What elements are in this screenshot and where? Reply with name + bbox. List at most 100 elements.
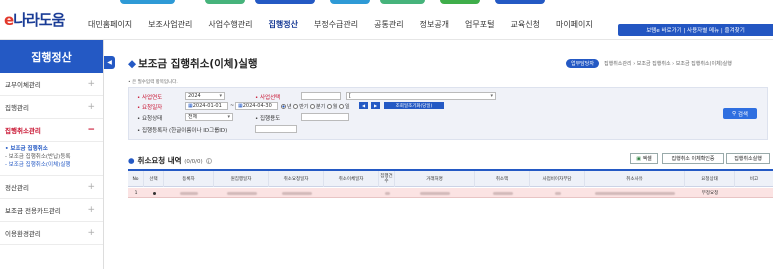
nav-item[interactable]: 마이페이지: [548, 19, 601, 30]
required-note: • 은 필수입력 항목입니다.: [128, 80, 178, 85]
sidebar-item-grant-transfer[interactable]: 교부이체관리 +: [0, 73, 103, 96]
sidebar-item-label: 보조금 전용카드관리: [5, 207, 61, 215]
plus-icon: +: [87, 102, 95, 112]
column-header[interactable]: 취소사유: [585, 171, 685, 187]
submenu-link-current[interactable]: - 보조금 집행취소(이체)실행: [5, 161, 99, 169]
info-icon[interactable]: i: [205, 158, 212, 164]
column-header[interactable]: 취소이체일자: [324, 171, 379, 187]
date-to-value: 2024-04-30: [242, 103, 272, 109]
nav-item[interactable]: 부정수급관리: [306, 19, 366, 30]
redacted-cell: [475, 188, 530, 198]
sidebar-item-label: 이용환경관리: [5, 230, 41, 238]
main-content: ◆ 보조금 집행취소(이체)실행 업무담당자 집행취소관리 › 보조금 집행취소 …: [118, 48, 773, 269]
period-radio-group: 년 반기 분기 월 일: [281, 103, 350, 110]
submenu-link[interactable]: - 보조금 집행취소(반납)등록: [5, 153, 99, 161]
status-select[interactable]: 전체: [185, 113, 233, 121]
guide-button[interactable]: 업무담당자: [566, 59, 599, 68]
business-select[interactable]: [: [346, 92, 496, 100]
date-tilde: ~: [230, 103, 235, 109]
nav-item[interactable]: 공통관리: [366, 19, 411, 30]
column-header[interactable]: 등록자: [164, 171, 214, 187]
reset-date-button[interactable]: 조회일조기화(당일): [384, 102, 444, 109]
utility-links[interactable]: 보탬e 바로가기 | 사용자별 메뉴 | 즐겨찾기: [618, 24, 773, 36]
submenu-heading[interactable]: • 보조금 집행취소: [5, 145, 99, 153]
column-header[interactable]: 비고: [735, 171, 773, 187]
list-title: ● 취소요청 내역 (0/0/0) i: [128, 155, 212, 166]
nav-item[interactable]: 교육신청: [503, 19, 548, 30]
radio-label: 년: [287, 104, 292, 110]
logo[interactable]: e나라도움: [4, 9, 65, 30]
strip-segment: [440, 0, 480, 4]
plus-icon: +: [87, 182, 95, 192]
redacted-cell: [214, 188, 269, 198]
date-to-input[interactable]: ▦2024-04-30: [235, 102, 278, 110]
sidebar-item-environment[interactable]: 이용환경관리 +: [0, 222, 103, 245]
column-header[interactable]: 집행건수: [379, 171, 395, 187]
strip-segment: [120, 0, 175, 4]
page-title: ◆ 보조금 집행취소(이체)실행: [128, 56, 258, 71]
sidebar-item-label: 정산관리: [5, 184, 29, 192]
top-color-strip: [0, 0, 773, 4]
sidebar-item-card[interactable]: 보조금 전용카드관리 +: [0, 199, 103, 222]
column-header[interactable]: 거래처명: [395, 171, 475, 187]
radio-day[interactable]: [339, 104, 344, 109]
period-label: • 요청일자: [137, 103, 162, 111]
redacted-cell: [530, 188, 585, 198]
column-header[interactable]: 선택: [144, 171, 164, 187]
column-header[interactable]: 원집행일자: [214, 171, 269, 187]
radio-quarter[interactable]: [310, 104, 315, 109]
excel-icon: ▣: [636, 155, 641, 162]
column-header[interactable]: 요청상태: [685, 171, 735, 187]
date-from-value: 2024-01-01: [192, 103, 222, 109]
strip-segment: [205, 0, 245, 4]
sidebar-item-settlement[interactable]: 정산관리 +: [0, 176, 103, 199]
table-row[interactable]: 1 부정요청: [128, 188, 773, 198]
result-table: No 선택 등록자 원집행일자 취소요청일자 취소이체일자 집행건수 거래처명 …: [128, 169, 773, 269]
execute-cancel-button[interactable]: 집행취소실행: [726, 153, 770, 164]
plus-icon: +: [87, 205, 95, 215]
redacted-cell: [164, 188, 214, 198]
minus-icon: −: [87, 125, 95, 135]
redacted-cell: [585, 188, 685, 198]
business-label-text: • 사업선택: [255, 95, 281, 101]
radio-half[interactable]: [293, 104, 299, 109]
nav-item[interactable]: 보조사업관리: [140, 19, 200, 30]
column-header[interactable]: 사업비이자부담: [530, 171, 585, 187]
column-header[interactable]: No: [128, 171, 144, 187]
nav-item[interactable]: 정보공개: [412, 19, 457, 30]
year-select[interactable]: 2024: [185, 92, 225, 100]
nav-item[interactable]: 대민홈페이지: [80, 19, 140, 30]
prev-period-button[interactable]: ◀: [359, 102, 368, 109]
search-button[interactable]: ⚲ 검색: [723, 108, 757, 119]
registrant-input[interactable]: [255, 125, 297, 133]
radio-year[interactable]: [281, 104, 286, 109]
status-label: • 요청상태: [137, 114, 162, 122]
redacted-cell: [395, 188, 475, 198]
nav-item[interactable]: 사업수행관리: [200, 19, 260, 30]
sidebar-item-execution[interactable]: 집행관리 +: [0, 96, 103, 119]
exec-purpose-label: • 집행용도: [255, 114, 280, 122]
search-button-label: 검색: [737, 111, 748, 118]
top-header: e나라도움 대민홈페이지 보조사업관리 사업수행관리 집행정산 부정수급관리 공…: [0, 0, 773, 40]
bullet-icon: ●: [128, 156, 135, 165]
business-code-input[interactable]: [301, 92, 341, 100]
page-title-text: 보조금 집행취소(이체)실행: [138, 58, 258, 70]
column-header[interactable]: 취소요청일자: [269, 171, 324, 187]
registrant-label: • 집행등록자 (한글이름이나 ID그룹ID): [137, 126, 227, 134]
breadcrumb: 집행취소관리 › 보조금 집행취소 › 보조금 집행취소(이체)실행: [604, 61, 732, 67]
excel-button[interactable]: ▣ 엑셀: [630, 153, 658, 164]
next-period-button[interactable]: ▶: [371, 102, 380, 109]
radio-label: 월: [332, 104, 338, 110]
status-label-text: • 요청상태: [137, 116, 163, 122]
date-from-input[interactable]: ▦2024-01-01: [185, 102, 228, 110]
column-header[interactable]: 취소액: [475, 171, 530, 187]
transfer-confirm-button[interactable]: 집행취소 이체확인증: [662, 153, 724, 164]
sidebar-item-execution-cancel[interactable]: 집행취소관리 −: [0, 119, 103, 142]
nav-item-active[interactable]: 집행정산: [261, 19, 306, 30]
nav-item[interactable]: 업무포털: [457, 19, 502, 30]
radio-month[interactable]: [326, 104, 332, 109]
exec-purpose-input[interactable]: [301, 113, 349, 121]
row-select-radio[interactable]: [144, 188, 164, 198]
sidebar-collapse-icon[interactable]: ◀: [104, 56, 115, 69]
radio-label: 반기: [299, 104, 309, 110]
